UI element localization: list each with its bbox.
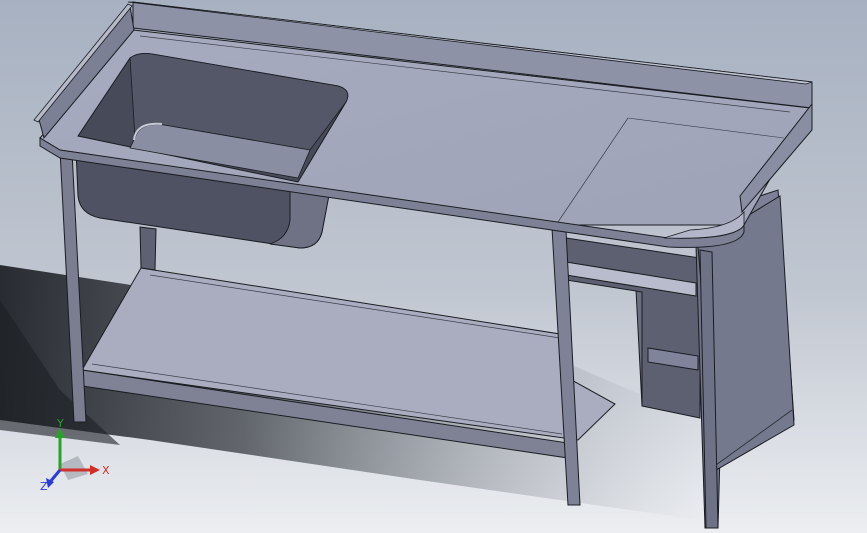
z-axis-label: Z bbox=[40, 480, 48, 493]
triad-xz-plane bbox=[60, 456, 88, 480]
x-axis-arrow bbox=[90, 465, 100, 475]
x-axis-label: X bbox=[102, 464, 110, 477]
back-left-leg bbox=[139, 226, 157, 271]
z-axis-line bbox=[48, 469, 62, 483]
cad-viewport[interactable]: Y X Z bbox=[0, 0, 867, 533]
y-axis-label: Y bbox=[56, 418, 64, 430]
axis-triad: Y X Z bbox=[40, 418, 110, 493]
model-view[interactable] bbox=[0, 0, 867, 533]
